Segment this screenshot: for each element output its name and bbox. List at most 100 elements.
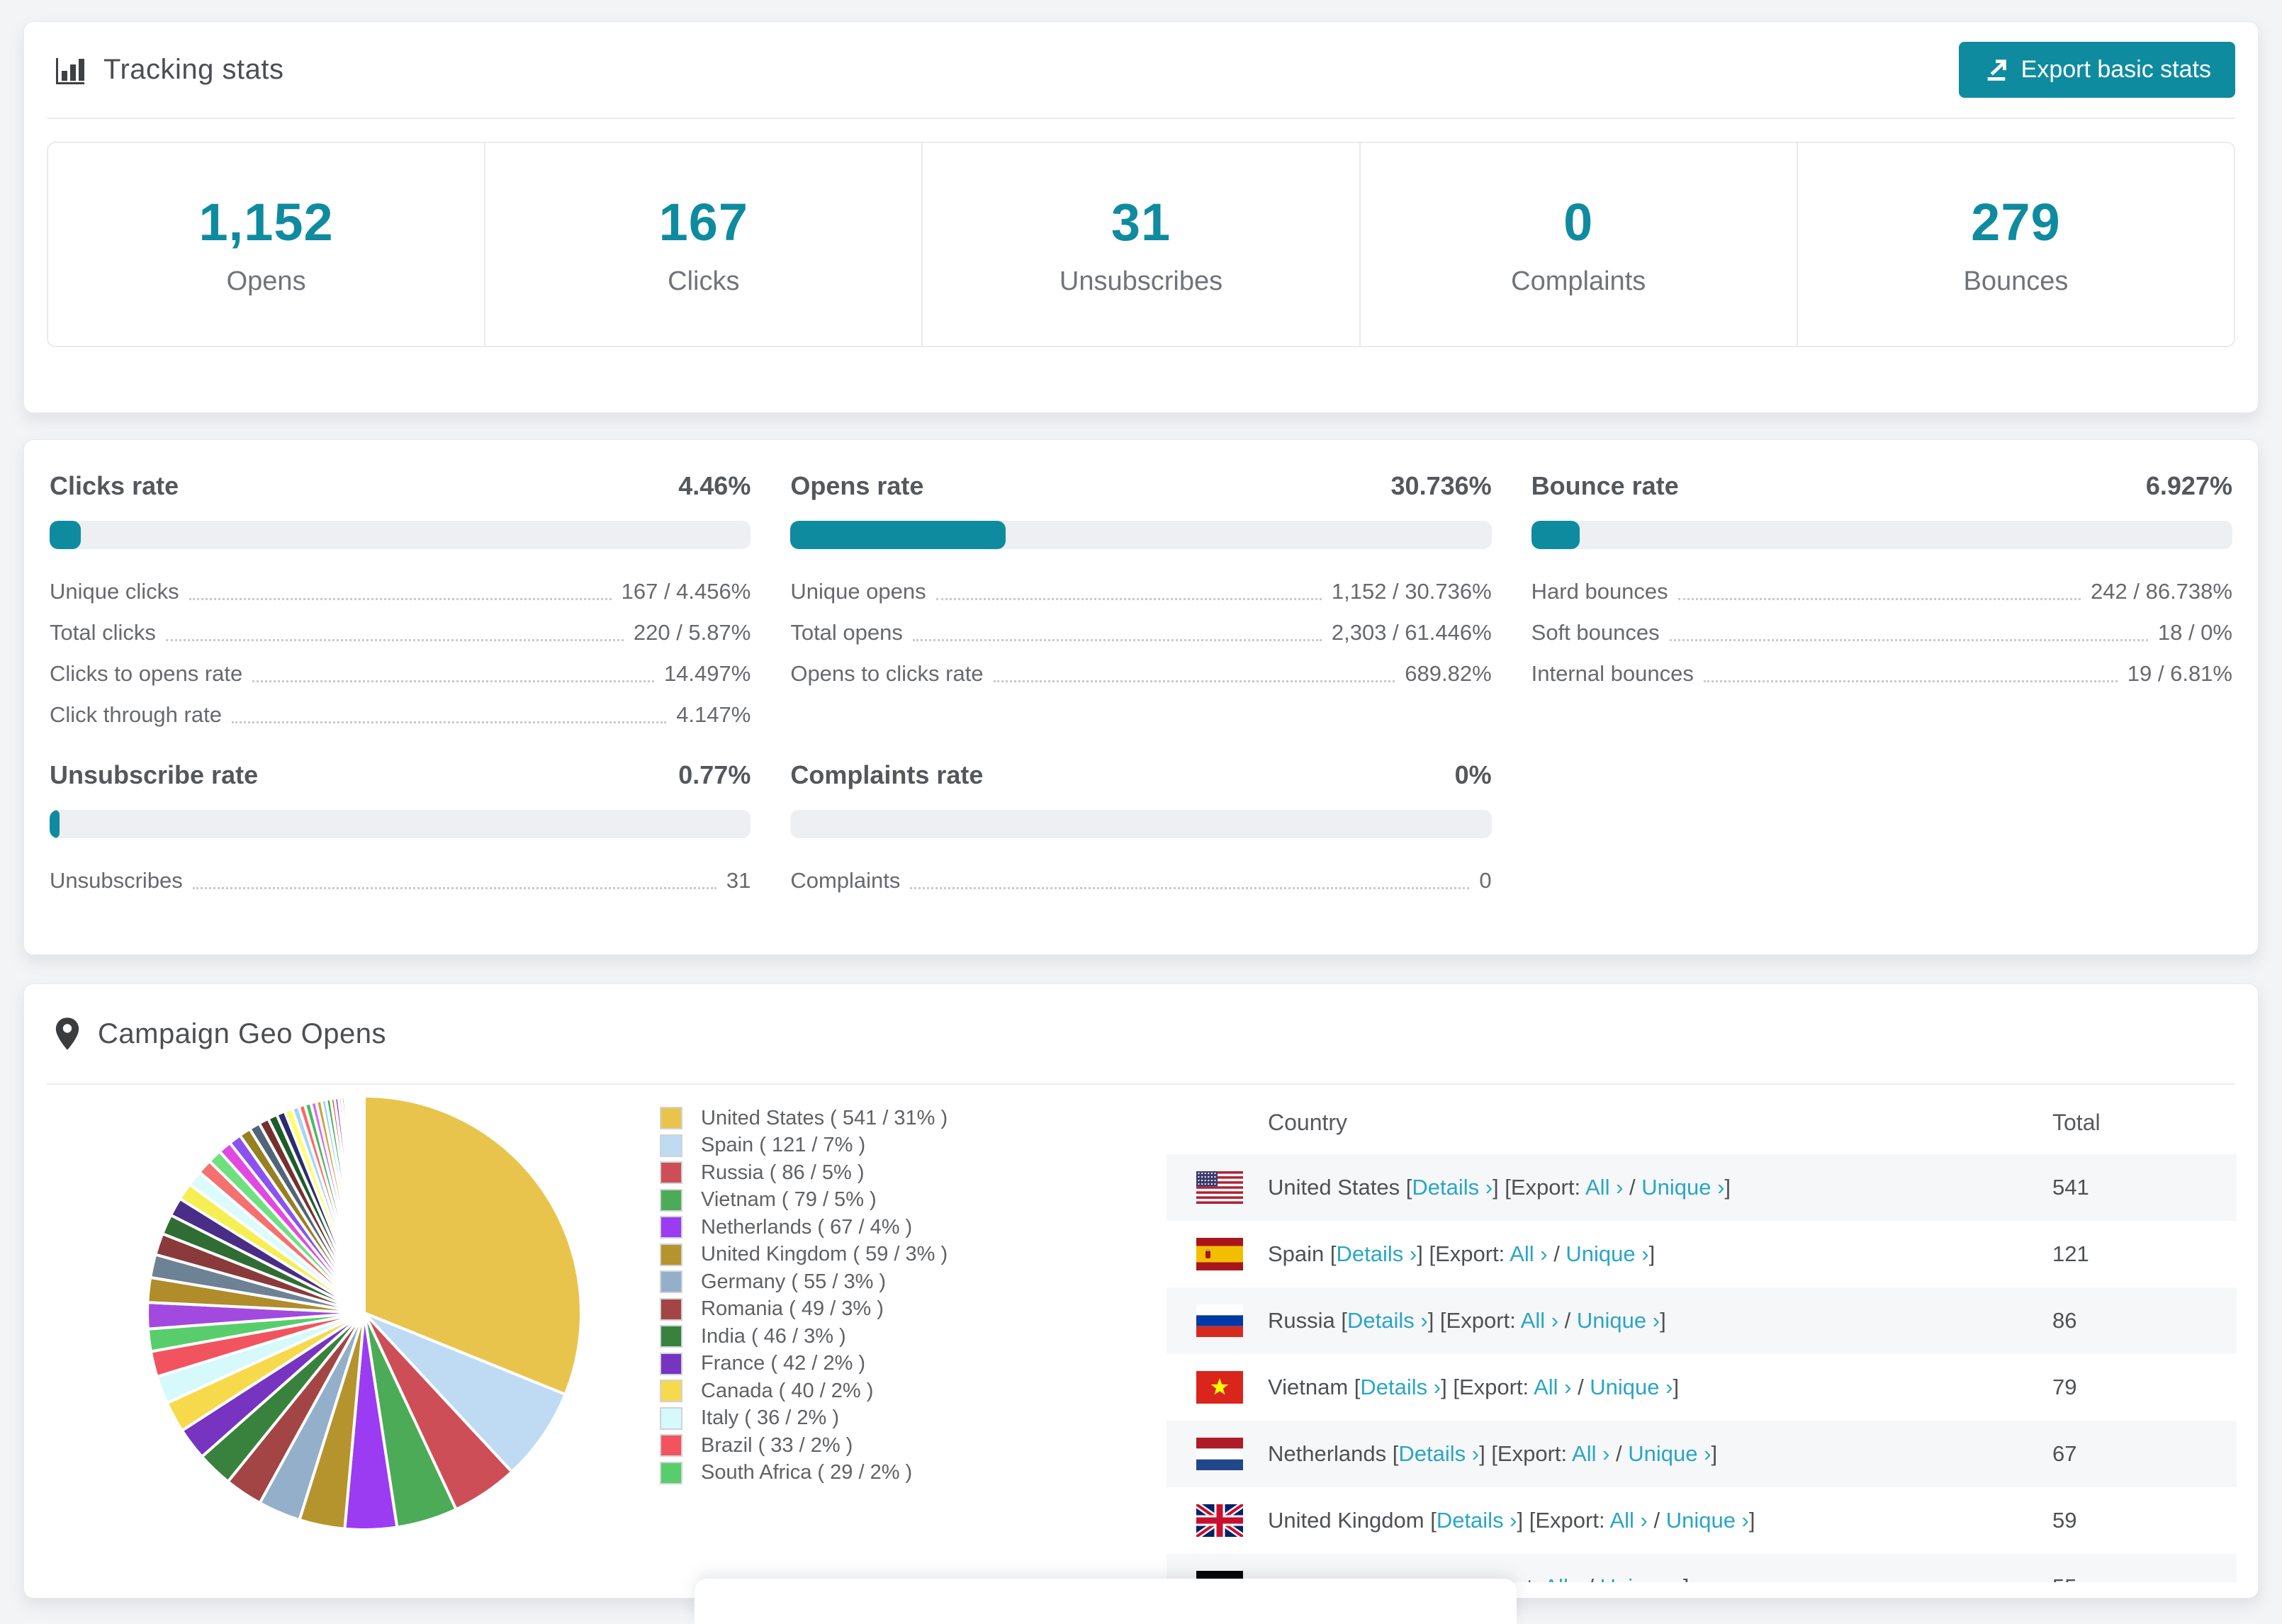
legend-label: Romania ( 49 / 3% ) <box>701 1297 884 1321</box>
country-name: Netherlands <box>1268 1441 1387 1466</box>
dotted-leader <box>252 680 654 682</box>
stat-box: 0 Complaints <box>1361 143 1798 346</box>
rate-row: Unsubscribes 31 <box>50 868 751 893</box>
country-name: Vietnam <box>1268 1375 1349 1399</box>
export-unique-link[interactable]: Unique › <box>1590 1375 1673 1399</box>
export-all-link[interactable]: All › <box>1572 1441 1609 1466</box>
rate-row-label: Unsubscribes <box>50 868 183 893</box>
stat-boxes: 1,152 Opens 167 Clicks 31 Unsubscribes 0 Compla… <box>47 142 2235 347</box>
stat-label: Opens <box>226 266 306 296</box>
legend-swatch <box>660 1352 682 1375</box>
details-link[interactable]: Details › <box>1437 1508 1517 1533</box>
details-link[interactable]: Details › <box>1360 1375 1441 1399</box>
geo-opens-title: Campaign Geo Opens <box>98 1017 387 1049</box>
rate-header: Complaints rate 0% <box>790 760 1491 790</box>
rate-row: Hard bounces 242 / 86.738% <box>1531 579 2232 604</box>
export-all-link[interactable]: All › <box>1521 1308 1558 1333</box>
bar-chart-icon <box>54 54 86 86</box>
punct: / <box>1609 1441 1629 1466</box>
rate-row-label: Click through rate <box>50 702 222 727</box>
rate-rows: Hard bounces 242 / 86.738% Soft bounces 18 … <box>1531 579 2232 687</box>
rate-row-label: Hard bounces <box>1531 579 1668 604</box>
rate-row-label: Clicks to opens rate <box>50 661 243 686</box>
rate-header: Bounce rate 6.927% <box>1531 471 2232 501</box>
export-unique-link[interactable]: Unique › <box>1666 1508 1749 1533</box>
rate-row-label: Total clicks <box>50 620 156 645</box>
legend-item: Germany ( 55 / 3% ) <box>660 1268 948 1296</box>
rate-row: Unique clicks 167 / 4.456% <box>50 579 751 604</box>
dotted-leader <box>231 721 667 723</box>
rate-row-value: 4.147% <box>676 702 751 727</box>
rate-row-value: 689.82% <box>1405 661 1492 686</box>
details-link[interactable]: Details › <box>1337 1241 1417 1266</box>
progress-track <box>790 521 1492 549</box>
stat-label: Complaints <box>1511 266 1646 296</box>
export-unique-link[interactable]: Unique › <box>1600 1574 1683 1582</box>
rate-rows: Unique clicks 167 / 4.456% Total clicks 220… <box>50 579 751 728</box>
map-pin-icon <box>54 1016 81 1051</box>
dotted-leader <box>993 680 1395 682</box>
dotted-leader <box>1669 639 2148 641</box>
total-cell: 67 <box>2052 1441 2077 1466</box>
stat-box: 31 Unsubscribes <box>923 143 1361 346</box>
rate-header: Opens rate 30.736% <box>790 471 1491 501</box>
rate-rows: Complaints 0 <box>790 868 1491 893</box>
legend-label: Canada ( 40 / 2% ) <box>701 1379 874 1402</box>
rate-row-label: Unique clicks <box>50 579 179 604</box>
legend-swatch <box>660 1107 682 1130</box>
table-row: Netherlands [Details ›] [Export: All › /… <box>1167 1421 2237 1487</box>
rate-row-value: 2,303 / 61.446% <box>1331 620 1492 645</box>
country-cell: Spain [Details ›] [Export: All › / Uniqu… <box>1268 1241 2052 1267</box>
rate-title: Bounce rate <box>1531 471 1679 500</box>
legend-label: United Kingdom ( 59 / 3% ) <box>701 1243 948 1266</box>
export-all-link[interactable]: All › <box>1585 1175 1623 1200</box>
page-title: Tracking stats <box>103 54 284 85</box>
country-flag-gb <box>1196 1504 1243 1537</box>
legend-swatch <box>660 1325 682 1348</box>
table-row: United Kingdom [Details ›] [Export: All … <box>1167 1487 2237 1554</box>
pie-chart[interactable] <box>137 1086 591 1540</box>
export-basic-stats-button[interactable]: Export basic stats <box>1958 42 2235 98</box>
progress-track <box>790 810 1492 838</box>
legend-label: France ( 42 / 2% ) <box>701 1352 866 1375</box>
details-link[interactable]: Details › <box>1412 1175 1493 1200</box>
export-unique-link[interactable]: Unique › <box>1641 1175 1724 1200</box>
progress-fill <box>1531 521 1580 549</box>
legend-label: Russia ( 86 / 5% ) <box>701 1161 865 1184</box>
dotted-leader <box>912 639 1322 641</box>
table-row: United States [Details ›] [Export: All ›… <box>1167 1154 2237 1221</box>
legend-item: Vietnam ( 79 / 5% ) <box>660 1187 948 1214</box>
total-cell: 79 <box>2052 1375 2077 1399</box>
export-unique-link[interactable]: Unique › <box>1566 1241 1648 1266</box>
dotted-leader <box>1703 680 2118 682</box>
legend-item: United Kingdom ( 59 / 3% ) <box>660 1241 948 1269</box>
punct: [ <box>1386 1441 1399 1466</box>
punct: ] [Export: <box>1517 1508 1610 1533</box>
rate-rows: Unique opens 1,152 / 30.736% Total opens 2,… <box>790 579 1492 687</box>
column-header-country: Country <box>1268 1109 1348 1135</box>
rate-row-label: Unique opens <box>790 579 926 604</box>
dotted-leader <box>165 639 624 641</box>
progress-fill <box>50 521 82 549</box>
export-all-link[interactable]: All › <box>1609 1508 1647 1533</box>
stat-box: 167 Clicks <box>485 143 923 346</box>
stat-value: 279 <box>1971 193 2061 252</box>
punct: / <box>1647 1508 1666 1533</box>
details-link[interactable]: Details › <box>1347 1308 1428 1333</box>
rate-row-value: 1,152 / 30.736% <box>1331 579 1492 604</box>
legend-swatch <box>660 1161 682 1185</box>
export-all-link[interactable]: All › <box>1534 1375 1571 1399</box>
progress-fill <box>50 810 60 838</box>
legend-swatch <box>660 1434 682 1457</box>
export-unique-link[interactable]: Unique › <box>1628 1441 1711 1466</box>
export-all-link[interactable]: All › <box>1544 1574 1581 1582</box>
rate-row-value: 220 / 5.87% <box>633 620 751 645</box>
legend-item: France ( 42 / 2% ) <box>660 1350 948 1378</box>
legend-swatch <box>660 1380 682 1403</box>
export-all-link[interactable]: All › <box>1510 1241 1547 1266</box>
rate-row-label: Total opens <box>790 620 903 645</box>
details-link[interactable]: Details › <box>1398 1441 1479 1466</box>
export-unique-link[interactable]: Unique › <box>1577 1308 1660 1333</box>
rate-row: Opens to clicks rate 689.82% <box>790 661 1492 687</box>
legend-item: United States ( 541 / 31% ) <box>660 1105 948 1132</box>
